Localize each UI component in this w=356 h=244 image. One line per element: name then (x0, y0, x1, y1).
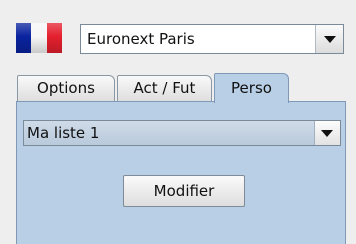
market-dropdown-value: Euronext Paris (87, 30, 195, 48)
perso-tab-panel: Ma liste 1 Modifier (16, 101, 346, 244)
tab-act-fut[interactable]: Act / Fut (117, 75, 212, 101)
watchlist-dropdown-button[interactable] (314, 121, 340, 145)
chevron-down-icon (321, 130, 333, 137)
chevron-down-icon (324, 36, 336, 43)
market-dropdown[interactable]: Euronext Paris (80, 24, 344, 54)
watchlist-dropdown[interactable]: Ma liste 1 (23, 120, 341, 146)
market-dropdown-button[interactable] (315, 25, 343, 53)
france-flag-icon (16, 23, 62, 53)
modify-button[interactable]: Modifier (123, 175, 245, 207)
watchlist-dropdown-value: Ma liste 1 (27, 124, 100, 142)
tab-options[interactable]: Options (17, 75, 115, 101)
tab-perso[interactable]: Perso (214, 73, 289, 103)
